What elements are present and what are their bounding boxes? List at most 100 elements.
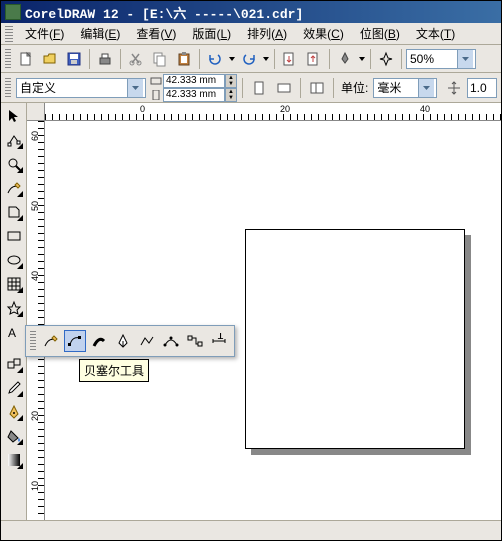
flyout-grip[interactable] (30, 331, 36, 351)
print-button[interactable] (94, 48, 116, 70)
propbar-grip[interactable] (5, 78, 11, 98)
propbar-separator (300, 78, 301, 98)
polyline-flyout-tool[interactable] (136, 330, 158, 352)
copy-button[interactable] (149, 48, 171, 70)
toolbar-separator (329, 49, 330, 69)
open-button[interactable] (39, 48, 61, 70)
basic-shapes-tool[interactable] (3, 297, 25, 319)
fill-tool[interactable] (3, 425, 25, 447)
unit-combo[interactable] (373, 78, 437, 98)
pages-icon (309, 80, 325, 96)
graph-tool[interactable] (3, 273, 25, 295)
ruler-v-label: 50 (30, 201, 40, 211)
zoom-tool[interactable] (3, 153, 25, 175)
pick-tool[interactable] (3, 105, 25, 127)
curve-flyout-toolbar[interactable]: 1 (25, 325, 235, 357)
ellipse-tool[interactable] (3, 249, 25, 271)
rocket-icon (337, 51, 353, 67)
portrait-button[interactable] (248, 77, 270, 99)
ruler-v-label: 60 (30, 131, 40, 141)
svg-text:A: A (8, 326, 16, 340)
save-button[interactable] (63, 48, 85, 70)
printer-icon (97, 51, 113, 67)
freehand-flyout-tool[interactable] (40, 330, 62, 352)
redo-dropdown[interactable] (262, 57, 270, 61)
zoom-input[interactable] (407, 52, 457, 66)
shape-tool[interactable] (3, 129, 25, 151)
redo-button[interactable] (238, 48, 260, 70)
drawing-canvas[interactable] (45, 121, 501, 520)
height-spinner[interactable]: ▲▼ (225, 88, 237, 102)
ruler-v-label: 10 (30, 481, 40, 491)
dimension-icon: 1 (211, 333, 227, 349)
unit-dropdown[interactable] (418, 79, 434, 97)
page-width-input[interactable] (163, 74, 225, 88)
connector-icon (187, 333, 203, 349)
nudge-input[interactable] (467, 78, 497, 98)
freehand-tool[interactable] (3, 177, 25, 199)
zoom-combo[interactable] (406, 49, 476, 69)
pen-nib-icon (6, 404, 22, 420)
tooltip: 贝塞尔工具 (79, 359, 149, 382)
3point-curve-flyout-tool[interactable] (160, 330, 182, 352)
launcher-dropdown[interactable] (358, 57, 366, 61)
page[interactable] (245, 229, 465, 449)
menu-edit[interactable]: 编辑(E) (72, 23, 128, 44)
menu-effects[interactable]: 效果(C) (295, 23, 352, 44)
height-icon (149, 90, 163, 100)
propbar-separator (333, 78, 334, 98)
smart-draw-tool[interactable] (3, 201, 25, 223)
pencil-line-icon (6, 180, 22, 196)
outline-tool[interactable] (3, 401, 25, 423)
paste-button[interactable] (173, 48, 195, 70)
text-tool[interactable]: A (3, 321, 25, 343)
pages-button[interactable] (306, 77, 328, 99)
new-button[interactable] (15, 48, 37, 70)
menu-text[interactable]: 文本(T) (408, 23, 463, 44)
artistic-media-flyout-tool[interactable] (88, 330, 110, 352)
bezier-flyout-tool[interactable] (64, 330, 86, 352)
connector-flyout-tool[interactable] (184, 330, 206, 352)
menu-layout[interactable]: 版面(L) (184, 23, 239, 44)
page-height-input[interactable] (163, 88, 225, 102)
menubar-grip[interactable] (5, 26, 13, 42)
menu-bitmap[interactable]: 位图(B) (352, 23, 408, 44)
undo-button[interactable] (204, 48, 226, 70)
export-button[interactable] (303, 48, 325, 70)
landscape-button[interactable] (273, 77, 295, 99)
rectangle-tool[interactable] (3, 225, 25, 247)
toolbar-grip[interactable] (5, 49, 11, 69)
pen-flyout-tool[interactable] (112, 330, 134, 352)
zoom-dropdown[interactable] (457, 50, 473, 68)
import-button[interactable] (279, 48, 301, 70)
undo-dropdown[interactable] (228, 57, 236, 61)
horizontal-ruler[interactable]: 0 20 40 (45, 103, 501, 121)
eyedropper-icon (6, 380, 22, 396)
shape-edit-icon (6, 132, 22, 148)
interactive-blend-tool[interactable] (3, 353, 25, 375)
app-launcher-button[interactable] (334, 48, 356, 70)
corel-online-button[interactable] (375, 48, 397, 70)
paper-combo[interactable] (16, 78, 146, 98)
nudge-icon (446, 80, 462, 96)
unit-input[interactable] (374, 81, 418, 95)
cut-button[interactable] (125, 48, 147, 70)
vertical-ruler[interactable]: 60 50 40 30 20 10 (27, 121, 45, 520)
toolbar-separator (120, 49, 121, 69)
interactive-fill-tool[interactable] (3, 449, 25, 471)
menu-arrange[interactable]: 排列(A) (239, 23, 295, 44)
blend-icon (6, 356, 22, 372)
ruler-origin[interactable] (27, 103, 45, 121)
app-icon (5, 4, 21, 20)
dimension-flyout-tool[interactable]: 1 (208, 330, 230, 352)
menu-view[interactable]: 查看(V) (128, 23, 184, 44)
paper-input[interactable] (17, 81, 127, 95)
width-spinner[interactable]: ▲▼ (225, 74, 237, 88)
paper-dropdown[interactable] (127, 79, 143, 97)
nudge-icon-button[interactable] (443, 77, 465, 99)
menu-file[interactable]: 文件(F) (17, 23, 72, 44)
eyedropper-tool[interactable] (3, 377, 25, 399)
copy-icon (152, 51, 168, 67)
toolbar-separator (199, 49, 200, 69)
clipboard-icon (176, 51, 192, 67)
